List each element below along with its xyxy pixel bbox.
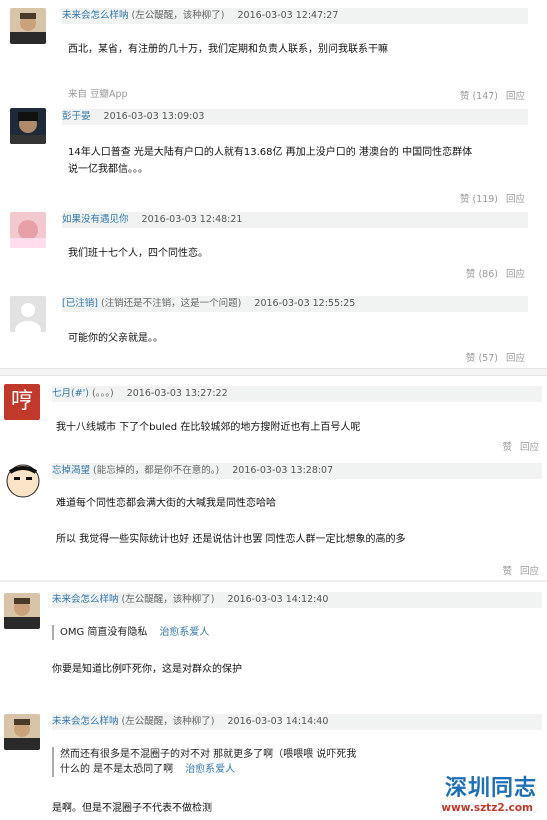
user-signature: (左公醍醒，该种柳了) <box>121 594 215 605</box>
comment-text: 西北，某省，有注册的几十万，我们定期和负责人联系，别问我联系干嘛 <box>68 44 388 55</box>
like-button[interactable]: 赞 (57) <box>466 353 498 364</box>
comment-time: 2016-03-03 12:55:25 <box>254 298 356 309</box>
user-signature: (能忘掉的，都是你不在意的。) <box>93 465 220 476</box>
avatar[interactable] <box>10 108 46 144</box>
comment-header: 七月(#') (。。。) 2016-03-03 13:27:22 <box>52 386 542 402</box>
avatar[interactable] <box>10 212 46 248</box>
like-button[interactable]: 赞 (86) <box>466 269 498 280</box>
avatar-glyph: 哼 <box>10 389 33 414</box>
comment-actions: 赞 (57) 回应 <box>466 350 525 364</box>
avatar[interactable] <box>4 462 42 500</box>
quote-author-link[interactable]: 治愈系爱人 <box>185 764 235 775</box>
avatar[interactable] <box>10 296 46 332</box>
quote-author-link[interactable]: 治愈系爱人 <box>159 627 209 638</box>
user-signature: (。。。) <box>92 388 114 399</box>
comment-time: 2016-03-03 14:12:40 <box>227 594 329 605</box>
reply-button[interactable]: 回应 <box>506 91 525 102</box>
section-divider <box>0 580 547 582</box>
username-link[interactable]: 忘掉渴望 <box>52 465 90 476</box>
like-label: 赞 <box>465 353 476 364</box>
comment-time: 2016-03-03 13:28:07 <box>232 465 334 476</box>
username-link[interactable]: [已注销] <box>62 298 98 309</box>
comment-text: 可能你的父亲就是。。 <box>68 333 163 344</box>
like-button[interactable]: 赞 <box>502 442 512 453</box>
quote-text: OMG 简直没有隐私 <box>60 627 148 638</box>
watermark-url: www.sztz2.com <box>441 802 533 814</box>
avatar[interactable]: 哼 <box>4 384 40 420</box>
username-link[interactable]: 未来会怎么样呐 <box>52 594 119 605</box>
comment-header: 未来会怎么样呐 (左公醍醒，该种柳了) 2016-03-03 14:12:40 <box>52 592 542 608</box>
avatar[interactable] <box>4 714 40 750</box>
quote-text: 什么的 是不是太恐同了啊 <box>60 764 174 775</box>
comment-time: 2016-03-03 12:47:27 <box>237 10 339 21</box>
like-count: (57) <box>478 353 498 364</box>
comment-time: 2016-03-03 12:48:21 <box>141 214 243 225</box>
username-link[interactable]: 七月(#') <box>52 388 89 399</box>
like-button[interactable]: 赞 <box>502 566 512 577</box>
comment-actions: 赞 (86) 回应 <box>466 266 525 280</box>
user-signature: (注销还是不注销，这是一个问题) <box>100 298 242 309</box>
reply-button[interactable]: 回应 <box>506 269 525 280</box>
comment-header: 未来会怎么样呐 (左公醍醒，该种柳了) 2016-03-03 12:47:27 <box>62 8 528 24</box>
like-count: (119) <box>472 194 498 205</box>
like-label: 赞 <box>459 91 470 102</box>
comment-actions: 赞 (147) 回应 <box>460 88 525 102</box>
comment-time: 2016-03-03 13:27:22 <box>126 388 228 399</box>
reply-button[interactable]: 回应 <box>506 353 525 364</box>
watermark-name: 深圳同志 <box>444 775 537 801</box>
comment-header: 如果没有遇见你 2016-03-03 12:48:21 <box>62 212 528 228</box>
comment-text: 你要是知道比例吓死你，这是对群众的保护 <box>52 664 242 675</box>
comment-text: 14年人口普查 光是大陆有户口的人就有13.68亿 再加上没户口的 港澳台的 中… <box>68 147 473 158</box>
avatar[interactable] <box>10 8 46 44</box>
like-count: (147) <box>472 91 498 102</box>
username-link[interactable]: 如果没有遇见你 <box>62 214 129 225</box>
comment-header: [已注销] (注销还是不注销，这是一个问题) 2016-03-03 12:55:… <box>62 296 528 312</box>
comment-header: 忘掉渴望 (能忘掉的，都是你不在意的。) 2016-03-03 13:28:07 <box>52 463 542 479</box>
comment-text: 所以 我觉得一些实际统计也好 还是说估计也罢 同性恋人群一定比想象的高的多 <box>56 534 406 545</box>
reply-button[interactable]: 回应 <box>506 194 525 205</box>
comment-text: 说一亿我都信。。。 <box>68 164 148 175</box>
like-button[interactable]: 赞 (119) <box>460 194 498 205</box>
comment-time: 2016-03-03 13:09:03 <box>103 111 205 122</box>
quoted-reply: OMG 简直没有隐私 治愈系爱人 <box>52 625 209 640</box>
comment-header: 未来会怎么样呐 (左公醍醒，该种柳了) 2016-03-03 14:14:40 <box>52 714 542 730</box>
section-divider <box>0 368 547 376</box>
site-watermark: 深圳同志 www.sztz2.com <box>427 770 537 814</box>
username-link[interactable]: 未来会怎么样呐 <box>62 10 129 21</box>
comment-text: 难道每个同性恋都会满大街的大喊我是同性恋哈哈 <box>56 498 276 509</box>
comment-source: 来自 豆瓣App <box>68 89 128 100</box>
quoted-reply: 然而还有很多是不混圈子的对不对 那就更多了啊（喂喂喂 说吓死我 什么的 是不是太… <box>52 747 356 777</box>
comment-time: 2016-03-03 14:14:40 <box>227 716 329 727</box>
comment-actions: 赞 (119) 回应 <box>460 191 525 205</box>
like-button[interactable]: 赞 (147) <box>460 91 498 102</box>
like-label: 赞 <box>459 194 470 205</box>
like-label: 赞 <box>465 269 476 280</box>
comment-text: 是啊。但是不混圈子不代表不做检测 <box>52 803 212 814</box>
like-count: (86) <box>478 269 498 280</box>
comment-header: 彭于晏 2016-03-03 13:09:03 <box>62 109 528 125</box>
username-link[interactable]: 未来会怎么样呐 <box>52 716 119 727</box>
comment-text: 我们班十七个人，四个同性恋。 <box>68 248 208 259</box>
comment-text: 我十八线城市 下了个buled 在比较城郊的地方搜附近也有上百号人呢 <box>56 422 361 433</box>
user-signature: (左公醍醒，该种柳了) <box>131 10 225 21</box>
avatar[interactable] <box>4 593 40 629</box>
comment-actions: 赞回应 <box>502 439 539 453</box>
user-signature: (左公醍醒，该种柳了) <box>121 716 215 727</box>
comment-actions: 赞回应 <box>502 563 539 577</box>
reply-button[interactable]: 回应 <box>520 566 539 577</box>
reply-button[interactable]: 回应 <box>520 442 539 453</box>
username-link[interactable]: 彭于晏 <box>62 111 91 122</box>
quote-text: 然而还有很多是不混圈子的对不对 那就更多了啊（喂喂喂 说吓死我 <box>60 749 357 760</box>
